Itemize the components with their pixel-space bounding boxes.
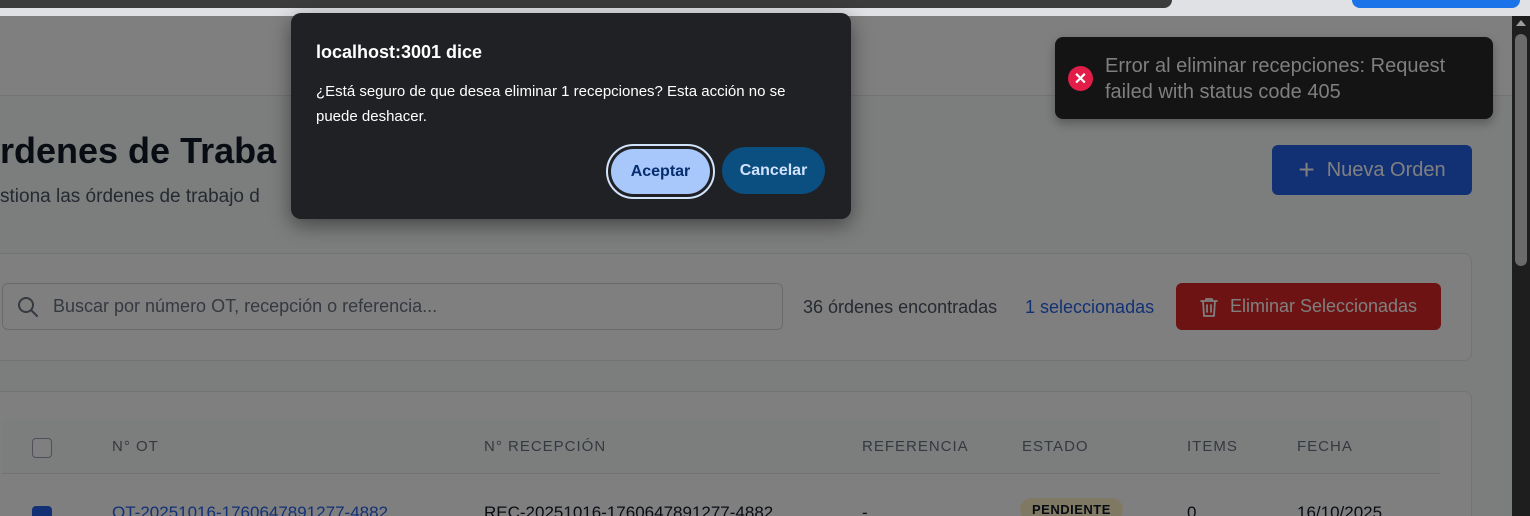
dialog-message: ¿Está seguro de que desea eliminar 1 rec…: [316, 83, 786, 125]
error-toast-message: Error al eliminar recepciones: Request f…: [1105, 55, 1446, 103]
error-x-icon: ✕: [1068, 66, 1093, 91]
scroll-up-arrow-icon[interactable]: [1516, 20, 1526, 26]
dialog-title: localhost:3001 dice: [316, 42, 483, 62]
cancel-button[interactable]: Cancelar: [722, 147, 825, 194]
scrollbar-thumb[interactable]: [1515, 34, 1527, 266]
accept-button[interactable]: Aceptar: [606, 144, 715, 199]
browser-action-button: [1352, 0, 1520, 8]
accept-button-label: Aceptar: [611, 149, 710, 194]
browser-address-bar: [0, 0, 1172, 8]
